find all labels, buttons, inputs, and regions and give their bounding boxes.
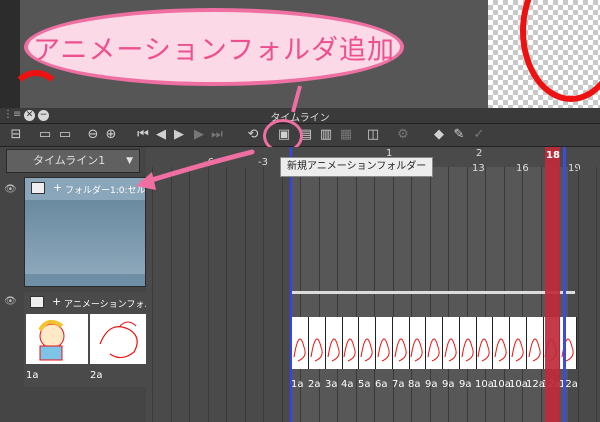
previous-frame-icon[interactable]: ◀ (154, 127, 168, 143)
eye-icon[interactable]: 👁 (4, 185, 18, 195)
cel-name: 2a (90, 370, 103, 381)
tooltip: 新規アニメーションフォルダー (280, 157, 434, 177)
go-to-first-frame-icon[interactable]: ⏮ (136, 127, 150, 143)
cel-frame[interactable] (475, 317, 493, 369)
frame-grid[interactable]: -6 -3 1 2 13 16 19 1a2a3a4a5a6a7a8a9a9a9… (146, 147, 600, 422)
frame-label: 9a (425, 379, 438, 390)
frame-label: 5a (358, 379, 371, 390)
cel-frame[interactable] (291, 317, 309, 369)
zoom-out-icon[interactable]: ⊖ (86, 127, 100, 143)
range-end-marker[interactable] (563, 147, 566, 422)
red-stroke-1 (10, 70, 62, 108)
animation-folder-layer[interactable]: + アニメーションフォル 1a 2a (24, 292, 152, 387)
keyframe-icon[interactable]: ◆ (432, 127, 446, 143)
cel-strip (291, 317, 577, 369)
cel-frame[interactable] (358, 317, 376, 369)
play-icon[interactable]: ▶ (172, 127, 186, 143)
interpolation-icon[interactable]: ⚙ (396, 127, 410, 143)
grid-line (226, 167, 227, 422)
new-cel-icon[interactable]: ▦ (338, 127, 354, 143)
cel-frame[interactable] (509, 317, 527, 369)
cel-frame[interactable] (559, 317, 577, 369)
grid-line (245, 167, 246, 422)
cel-frame[interactable] (408, 317, 426, 369)
check-icon[interactable]: ✓ (472, 127, 486, 143)
frame-label: 9a (459, 379, 472, 390)
frame-label: 3a (325, 379, 338, 390)
cel-frame[interactable] (341, 317, 359, 369)
grid-line (356, 167, 357, 422)
folder-header: + フォルダー1:0:セル (25, 178, 145, 200)
new-timeline-icon[interactable]: ▭ (36, 127, 54, 143)
grid-line (171, 167, 172, 422)
cel-thumbnail[interactable] (26, 314, 88, 364)
frame-label: 9a (442, 379, 455, 390)
animation-folder-icon (30, 296, 44, 308)
frame-label: 8a (408, 379, 421, 390)
frame-label: 6a (375, 379, 388, 390)
expand-icon[interactable]: + (52, 295, 61, 308)
cel-thumbnail[interactable] (90, 314, 152, 364)
cel-frame[interactable] (492, 317, 510, 369)
frame-label: 12a (559, 379, 578, 390)
cel-frame[interactable] (425, 317, 443, 369)
frame-label: 7a (392, 379, 405, 390)
onion-skin-icon[interactable]: ◫ (366, 127, 380, 143)
grid-line (282, 167, 283, 422)
next-frame-icon[interactable]: ▶ (192, 127, 206, 143)
folder-label: フォルダー1:0:セル (65, 186, 145, 196)
timeline-selector[interactable]: タイムライン1 ▼ (6, 149, 140, 173)
annotation-text: アニメーションフォルダ追加 (32, 34, 396, 66)
panel-titlebar: ⋮≡ ✕ − タイムライン (0, 108, 600, 124)
panel-title: タイムライン (270, 113, 330, 124)
new-frame-icon[interactable]: ▥ (318, 127, 334, 143)
edit-icon[interactable]: ✎ (452, 127, 466, 143)
cel-name: 1a (26, 370, 39, 381)
frame-label: 2a (308, 379, 321, 390)
grid-line (208, 167, 209, 422)
cel-frame[interactable] (308, 317, 326, 369)
grid-line (596, 167, 597, 422)
grid-line (152, 167, 153, 422)
chevron-down-icon: ▼ (126, 156, 133, 166)
timeline-name: タイムライン1 (33, 154, 106, 167)
grid-line (263, 167, 264, 422)
timeline-view-icon[interactable]: ▭ (56, 127, 74, 143)
folder-body (25, 200, 145, 274)
frame-label: 4a (341, 379, 354, 390)
character-sketch (99, 321, 138, 359)
zoom-in-icon[interactable]: ⊕ (104, 127, 118, 143)
folder-icon (31, 182, 45, 194)
eye-icon[interactable]: 👁 (4, 297, 18, 307)
expand-icon[interactable]: + (53, 181, 62, 194)
ruler-label: 13 (472, 163, 485, 174)
ruler-label: 2 (476, 148, 483, 159)
animation-folder-label: アニメーションフォル (64, 300, 146, 310)
character-drawing (38, 319, 65, 361)
timeline-settings-icon[interactable]: ⊟ (8, 127, 24, 143)
grid-line (578, 167, 579, 422)
folder-layer[interactable]: + フォルダー1:0:セル (24, 177, 146, 287)
cel-frame[interactable] (375, 317, 393, 369)
grid-line (189, 167, 190, 422)
annotation-bubble: アニメーションフォルダ追加 (24, 8, 404, 86)
layer-column: タイムライン1 ▼ 👁 + フォルダー1:0:セル 👁 + アニメーションフォル (0, 147, 152, 422)
loop-icon[interactable]: ⟲ (246, 127, 260, 143)
cel-frame[interactable] (442, 317, 460, 369)
go-to-last-frame-icon[interactable]: ⏭ (210, 127, 224, 143)
animation-range-bar (290, 291, 575, 294)
frame-label: 1a (291, 379, 304, 390)
range-start-marker[interactable] (290, 147, 292, 422)
current-frame-number: 18 (546, 150, 560, 161)
current-frame-marker[interactable] (545, 147, 560, 422)
